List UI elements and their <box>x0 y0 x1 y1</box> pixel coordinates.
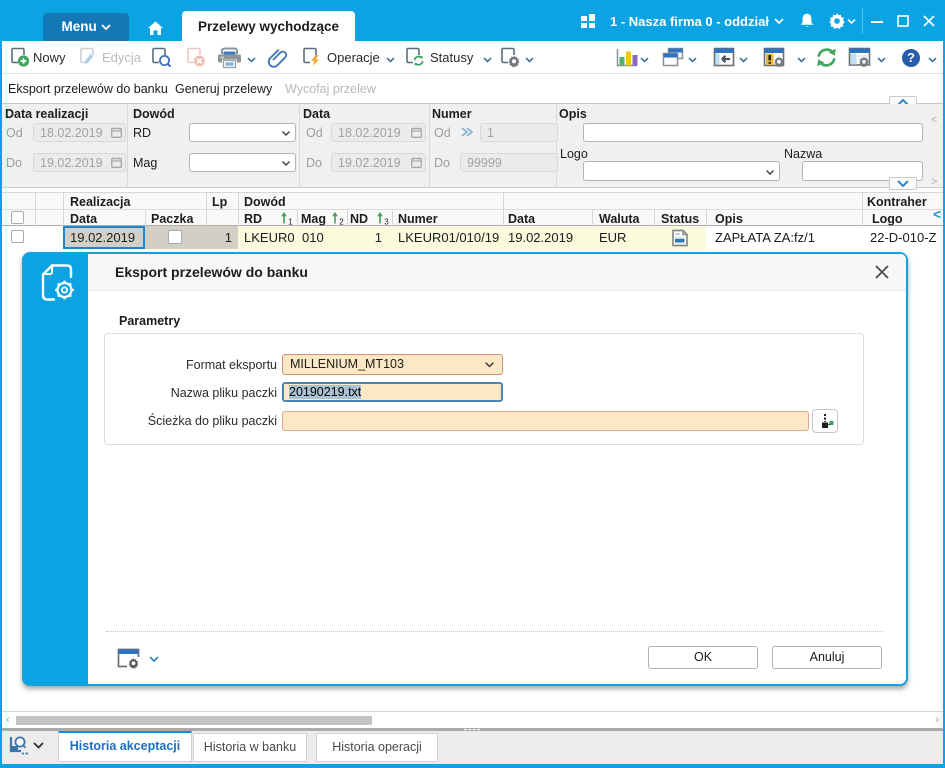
svg-text:1: 1 <box>288 218 293 226</box>
svg-text:3: 3 <box>384 218 389 226</box>
svg-text:2: 2 <box>339 218 344 226</box>
